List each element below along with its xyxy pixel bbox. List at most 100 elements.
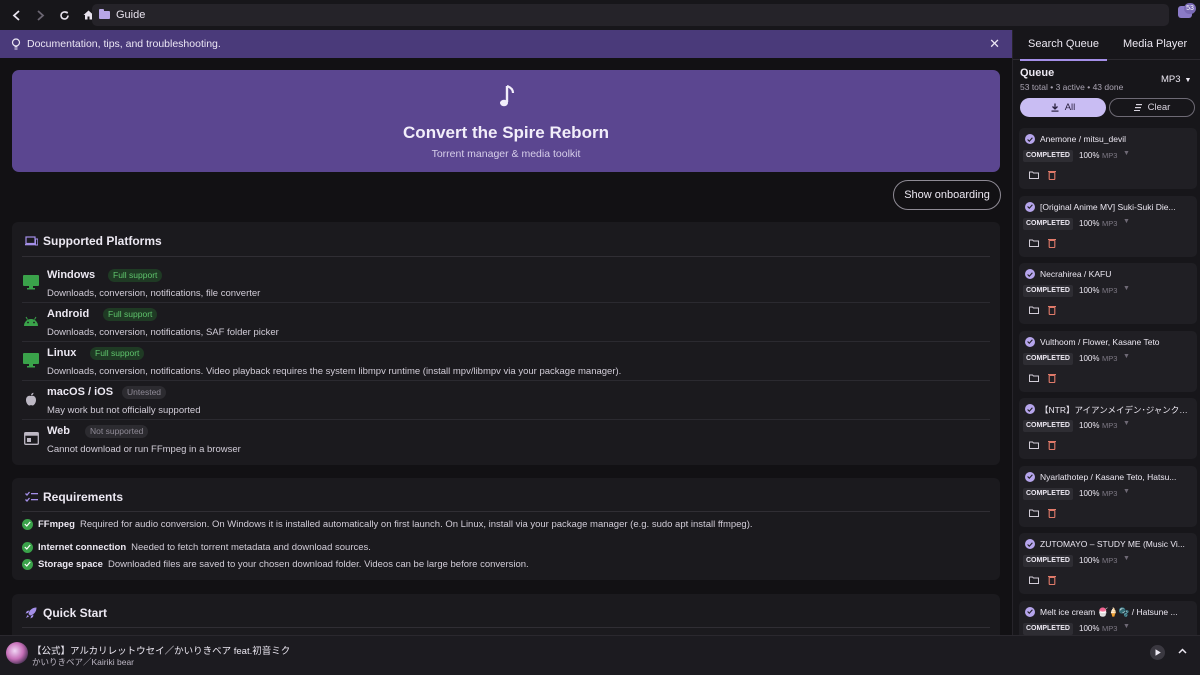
status-badge: COMPLETED xyxy=(1023,555,1073,567)
platform-desc: Downloads, conversion, notifications, fi… xyxy=(47,288,261,299)
download-all-button[interactable]: All xyxy=(1020,98,1106,117)
address-bar[interactable]: Guide xyxy=(92,4,1169,26)
refresh-button[interactable] xyxy=(53,4,75,26)
forward-button[interactable] xyxy=(29,4,51,26)
item-title: Melt ice cream 🍧🍦🫧 / Hatsune ... xyxy=(1040,606,1178,617)
folder-icon[interactable] xyxy=(1029,576,1039,584)
caret-down-icon[interactable]: ▼ xyxy=(1123,488,1130,495)
platform-name: macOS / iOS xyxy=(47,386,114,398)
play-button[interactable] xyxy=(1150,645,1165,660)
folder-icon[interactable] xyxy=(1029,171,1039,179)
platform-macos: macOS / iOS Untested May work but not of… xyxy=(22,381,990,420)
album-art[interactable] xyxy=(6,642,28,664)
item-title: Nyarlathotep / Kasane Teto, Hatsu... xyxy=(1040,471,1177,482)
list-item[interactable]: ZUTOMAYO – STUDY ME (Music Vi... COMPLET… xyxy=(1019,533,1197,594)
devices-icon xyxy=(24,235,38,247)
caret-down-icon[interactable]: ▼ xyxy=(1123,353,1130,360)
top-bar: Guide 53 xyxy=(0,0,1200,30)
info-banner: Documentation, tips, and troubleshooting… xyxy=(0,30,1012,58)
list-item[interactable]: Melt ice cream 🍧🍦🫧 / Hatsune ... COMPLET… xyxy=(1019,600,1197,635)
item-progress: 100% xyxy=(1079,421,1100,430)
item-title: Anemone / mitsu_devil xyxy=(1040,134,1126,144)
now-playing-bar: 【公式】アルカリレットウセイ／かいりきベア feat.初音ミク かいりきベア／K… xyxy=(0,635,1200,675)
item-format: MP3 xyxy=(1102,151,1118,160)
format-value: MP3 xyxy=(1161,74,1181,85)
page-title: Guide xyxy=(116,9,146,21)
platform-name: Android xyxy=(47,308,90,320)
check-icon xyxy=(1025,134,1035,144)
requirements-title: Requirements xyxy=(43,490,124,504)
divider xyxy=(22,256,990,257)
folder-icon[interactable] xyxy=(1029,239,1039,247)
list-item[interactable]: Vulthoom / Flower, Kasane Teto COMPLETED… xyxy=(1019,330,1197,392)
platform-name: Linux xyxy=(47,347,77,359)
caret-down-icon[interactable]: ▼ xyxy=(1123,623,1130,630)
platform-name: Web xyxy=(47,425,71,437)
trash-icon[interactable] xyxy=(1048,575,1056,585)
check-icon xyxy=(22,541,33,553)
folder-icon[interactable] xyxy=(1029,441,1039,449)
requirement-item: Internet connection Needed to fetch torr… xyxy=(22,539,371,555)
back-button[interactable] xyxy=(5,4,27,26)
trash-icon[interactable] xyxy=(1048,508,1056,518)
hero-subtitle: Torrent manager & media toolkit xyxy=(431,148,581,160)
item-progress: 100% xyxy=(1079,556,1100,565)
item-progress: 100% xyxy=(1079,353,1100,363)
list-item[interactable]: Necrahirea / KAFU COMPLETED 100% MP3 ▼ xyxy=(1019,263,1197,324)
trash-icon[interactable] xyxy=(1048,440,1056,450)
play-icon xyxy=(1155,649,1161,656)
format-select[interactable]: MP3 ▼ xyxy=(1161,74,1191,85)
list-item[interactable]: [Original Anime MV] Suki-Suki Die... COM… xyxy=(1019,195,1197,257)
caret-down-icon[interactable]: ▼ xyxy=(1123,420,1130,427)
status-badge: COMPLETED xyxy=(1023,285,1073,297)
platform-desc: Downloads, conversion, notifications. Vi… xyxy=(47,366,622,377)
platform-desc: Downloads, conversion, notifications, SA… xyxy=(47,327,279,338)
status-badge: COMPLETED xyxy=(1023,150,1073,162)
trash-icon[interactable] xyxy=(1048,238,1056,248)
rocket-icon xyxy=(24,607,38,619)
check-icon xyxy=(22,518,33,530)
close-icon[interactable]: ✕ xyxy=(989,36,1000,52)
quickstart-card: Quick Start xyxy=(12,594,1000,635)
list-item[interactable]: Nyarlathotep / Kasane Teto, Hatsu... COM… xyxy=(1019,465,1197,527)
item-format: MP3 xyxy=(1102,421,1118,430)
list-item[interactable]: 【NTR】アイアンメイデン･ジャンク(Iron M... COMPLETED 1… xyxy=(1019,398,1197,459)
expand-icon[interactable] xyxy=(1178,646,1187,657)
caret-down-icon[interactable]: ▼ xyxy=(1123,555,1130,562)
caret-down-icon[interactable]: ▼ xyxy=(1123,218,1130,225)
android-icon xyxy=(23,313,39,329)
caret-down-icon[interactable]: ▼ xyxy=(1123,150,1130,157)
requirement-desc: Required for audio conversion. On Window… xyxy=(79,518,753,530)
trash-icon[interactable] xyxy=(1048,170,1056,180)
apple-icon xyxy=(23,391,39,407)
folder-icon[interactable] xyxy=(1029,374,1039,382)
platform-windows: Windows Full support Downloads, conversi… xyxy=(22,264,990,303)
requirement-label: Storage space xyxy=(38,558,103,570)
clear-button[interactable]: Clear xyxy=(1109,98,1195,117)
show-onboarding-button[interactable]: Show onboarding xyxy=(893,180,1001,210)
folder-icon xyxy=(99,9,110,19)
monitor-icon xyxy=(23,352,39,368)
section-title: Quick Start xyxy=(24,606,107,620)
hero-title: Convert the Spire Reborn xyxy=(403,123,609,142)
browser-icon xyxy=(23,430,39,446)
trash-icon[interactable] xyxy=(1048,373,1056,383)
quickstart-title: Quick Start xyxy=(43,606,108,620)
folder-icon[interactable] xyxy=(1029,509,1039,517)
section-title: Requirements xyxy=(24,490,123,504)
trash-icon[interactable] xyxy=(1048,305,1056,315)
tab-media-player[interactable]: Media Player xyxy=(1123,38,1187,50)
item-progress: 100% xyxy=(1079,488,1100,498)
folder-icon[interactable] xyxy=(1029,306,1039,314)
platform-linux: Linux Full support Downloads, conversion… xyxy=(22,342,990,381)
tab-search-queue[interactable]: Search Queue xyxy=(1020,38,1107,61)
requirement-desc: Needed to fetch torrent metadata and dow… xyxy=(131,541,371,553)
item-title: ZUTOMAYO – STUDY ME (Music Vi... xyxy=(1040,539,1185,549)
caret-down-icon[interactable]: ▼ xyxy=(1123,285,1130,292)
item-progress: 100% xyxy=(1079,151,1100,160)
chevron-right-icon xyxy=(36,9,44,21)
requirements-card: Requirements FFmpeg Required for audio c… xyxy=(12,478,1000,580)
list-item[interactable]: Anemone / mitsu_devil COMPLETED 100% MP3… xyxy=(1019,128,1197,189)
status-badge: Full support xyxy=(103,308,158,321)
clear-list-icon xyxy=(1133,104,1142,111)
